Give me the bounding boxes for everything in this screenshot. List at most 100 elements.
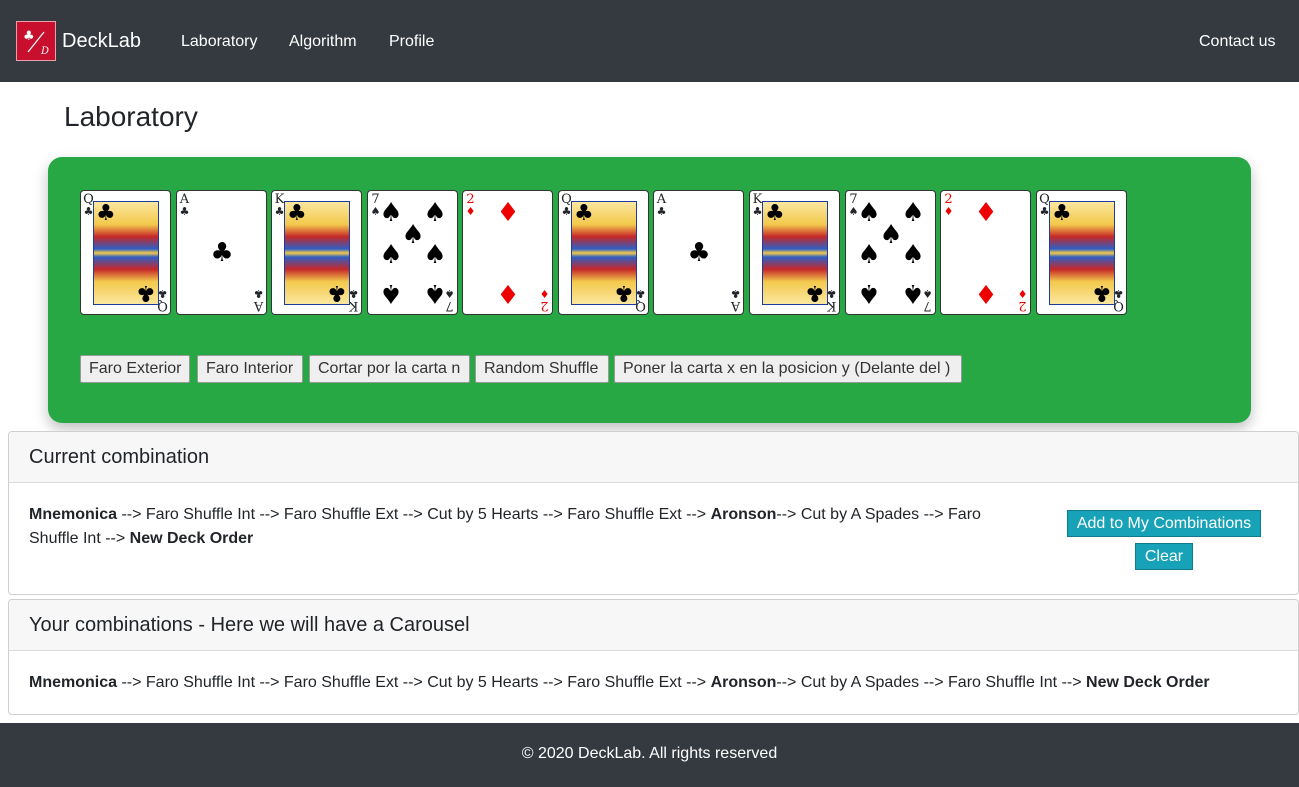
card-pip-spades-icon: ♠ (857, 198, 881, 228)
card-pip-spades-icon: ♠ (901, 198, 925, 228)
current-combination-title: Current combination (29, 446, 210, 468)
lab-panel: Q ♣ Q ♣ ♣ ♣ A ♣ A ♣ ♣ K ♣ K ♣ ♣ ♣ 7 ♠ 7 ♠ ♠ ♠ ♠ ♠ ♠ ♠ ♠ 2 ♦ 2 ♦ ♦ ♦ Q ♣ Q ♣ ♣ ♣… (48, 157, 1251, 423)
nav-link-profile[interactable]: Profile (389, 32, 434, 51)
card-index: 2 ♦ (943, 193, 954, 217)
playing-card[interactable]: 2 ♦ 2 ♦ ♦ ♦ (462, 190, 553, 315)
add-to-combinations-button[interactable]: Add to My Combinations (1067, 510, 1261, 537)
face-clubs-icon: ♣ (765, 201, 785, 226)
playing-card[interactable]: Q ♣ Q ♣ ♣ ♣ (1036, 190, 1127, 315)
card-face-art: ♣ ♣ (1049, 201, 1115, 305)
card-index-diamonds-icon: ♦ (465, 205, 476, 218)
saved-combination-item[interactable]: Mnemonica --> Faro Shuffle Int --> Faro … (29, 671, 1279, 695)
card-index: A ♣ (730, 287, 741, 313)
combo-middle: Aronson (710, 506, 777, 523)
card-index-clubs-icon: ♣ (656, 205, 667, 218)
face-clubs-icon: ♣ (614, 280, 634, 305)
card-pip-diamonds-icon: ♦ (974, 278, 998, 308)
card-pip-spades-icon: ♠ (879, 220, 903, 250)
card-pip-spades-icon: ♠ (401, 220, 425, 250)
face-clubs-icon: ♣ (136, 280, 156, 305)
card-face-art: ♣ ♣ (762, 201, 828, 305)
card-face-art: ♣ ♣ (284, 201, 350, 305)
playing-card[interactable]: 7 ♠ 7 ♠ ♠ ♠ ♠ ♠ ♠ ♠ ♠ (845, 190, 936, 315)
face-clubs-icon: ♣ (96, 201, 116, 226)
face-clubs-icon: ♣ (287, 201, 307, 226)
card-rank: K (826, 298, 837, 313)
current-combination-panel: Current combination Mnemonica --> Faro S… (8, 431, 1299, 595)
clear-button[interactable]: Clear (1135, 543, 1193, 570)
card-pip-spades-icon: ♠ (423, 198, 447, 228)
faro-exterior-button[interactable]: Faro Exterior (80, 355, 190, 383)
saved-combinations-title: Your combinations - Here we will have a … (29, 614, 470, 636)
footer-copyright: © 2020 DeckLab. All rights reserved (521, 745, 778, 762)
brand-logo-icon[interactable]: ♣ D (16, 21, 56, 61)
move-card-to-position-button[interactable]: Poner la carta x en la posicion y (Delan… (614, 355, 962, 383)
card-index: 2 ♦ (465, 193, 476, 217)
card-rank: A (253, 298, 264, 313)
card-pip-spades-icon: ♠ (379, 240, 403, 270)
card-pip-diamonds-icon: ♦ (974, 198, 998, 228)
cut-by-card-button[interactable]: Cortar por la carta n (309, 355, 470, 383)
card-pip-spades-icon: ♠ (379, 198, 403, 228)
card-index: A ♣ (656, 193, 667, 217)
card-index-clubs-icon: ♣ (179, 205, 190, 218)
current-combination-header: Current combination (9, 432, 1298, 483)
face-clubs-icon: ♣ (805, 280, 825, 305)
card-rank: 2 (1018, 298, 1027, 313)
card-face-art: ♣ ♣ (571, 201, 637, 305)
page-title: Laboratory (64, 101, 198, 132)
card-pip-clubs-icon: ♣ (210, 238, 234, 268)
card-index-clubs-icon: ♣ (253, 287, 264, 300)
card-index: A ♣ (179, 193, 190, 217)
combo-start: Mnemonica (29, 674, 118, 691)
saved-combinations-panel: Your combinations - Here we will have a … (8, 599, 1299, 715)
playing-card[interactable]: Q ♣ Q ♣ ♣ ♣ (80, 190, 171, 315)
card-index-diamonds-icon: ♦ (943, 205, 954, 218)
card-pip-clubs-icon: ♣ (687, 238, 711, 268)
card-rank: A (730, 298, 741, 313)
current-combination-text: Mnemonica --> Faro Shuffle Int --> Faro … (29, 503, 1009, 551)
nav-link-laboratory[interactable]: Laboratory (181, 32, 258, 51)
combo-end: New Deck Order (129, 530, 254, 547)
card-pip-spades-icon: ♠ (857, 240, 881, 270)
combo-end: New Deck Order (1086, 674, 1210, 691)
card-rank: 2 (540, 298, 549, 313)
footer: © 2020 DeckLab. All rights reserved (0, 723, 1299, 787)
card-pip-spades-icon: ♠ (423, 240, 447, 270)
faro-interior-button[interactable]: Faro Interior (197, 355, 303, 383)
playing-card[interactable]: 7 ♠ 7 ♠ ♠ ♠ ♠ ♠ ♠ ♠ ♠ (367, 190, 458, 315)
face-clubs-icon: ♣ (1052, 201, 1072, 226)
playing-card[interactable]: A ♣ A ♣ ♣ (176, 190, 267, 315)
face-clubs-icon: ♣ (327, 280, 347, 305)
combo-steps-b: --> Cut by A Spades --> Faro Shuffle Int… (776, 674, 1087, 691)
nav-link-contact[interactable]: Contact us (1199, 32, 1275, 51)
card-pip-spades-icon: ♠ (901, 240, 925, 270)
card-face-art: ♣ ♣ (93, 201, 159, 305)
playing-card[interactable]: 2 ♦ 2 ♦ ♦ ♦ (940, 190, 1031, 315)
random-shuffle-button[interactable]: Random Shuffle (475, 355, 609, 383)
card-index: 2 ♦ (539, 287, 550, 313)
card-pip-spades-icon: ♠ (857, 278, 881, 308)
card-pip-spades-icon: ♠ (423, 278, 447, 308)
card-index-clubs-icon: ♣ (730, 287, 741, 300)
playing-card[interactable]: K ♣ K ♣ ♣ ♣ (271, 190, 362, 315)
card-pip-spades-icon: ♠ (379, 278, 403, 308)
playing-card[interactable]: Q ♣ Q ♣ ♣ ♣ (558, 190, 649, 315)
card-index-diamonds-icon: ♦ (1017, 287, 1028, 300)
combo-steps-a: --> Faro Shuffle Int --> Faro Shuffle Ex… (117, 674, 711, 691)
playing-card[interactable]: A ♣ A ♣ ♣ (653, 190, 744, 315)
combo-middle: Aronson (710, 674, 777, 691)
playing-card[interactable]: K ♣ K ♣ ♣ ♣ (749, 190, 840, 315)
card-index-diamonds-icon: ♦ (539, 287, 550, 300)
card-index: A ♣ (253, 287, 264, 313)
nav-link-algorithm[interactable]: Algorithm (289, 32, 357, 51)
navbar: ♣ D DeckLab Laboratory Algorithm Profile… (0, 0, 1299, 82)
face-clubs-icon: ♣ (1092, 280, 1112, 305)
card-index: 2 ♦ (1017, 287, 1028, 313)
brand-name[interactable]: DeckLab (62, 29, 141, 53)
saved-combinations-header: Your combinations - Here we will have a … (9, 600, 1298, 651)
face-clubs-icon: ♣ (574, 201, 594, 226)
combo-steps-a: --> Faro Shuffle Int --> Faro Shuffle Ex… (117, 506, 711, 523)
card-pip-diamonds-icon: ♦ (496, 198, 520, 228)
svg-text:D: D (40, 46, 49, 57)
